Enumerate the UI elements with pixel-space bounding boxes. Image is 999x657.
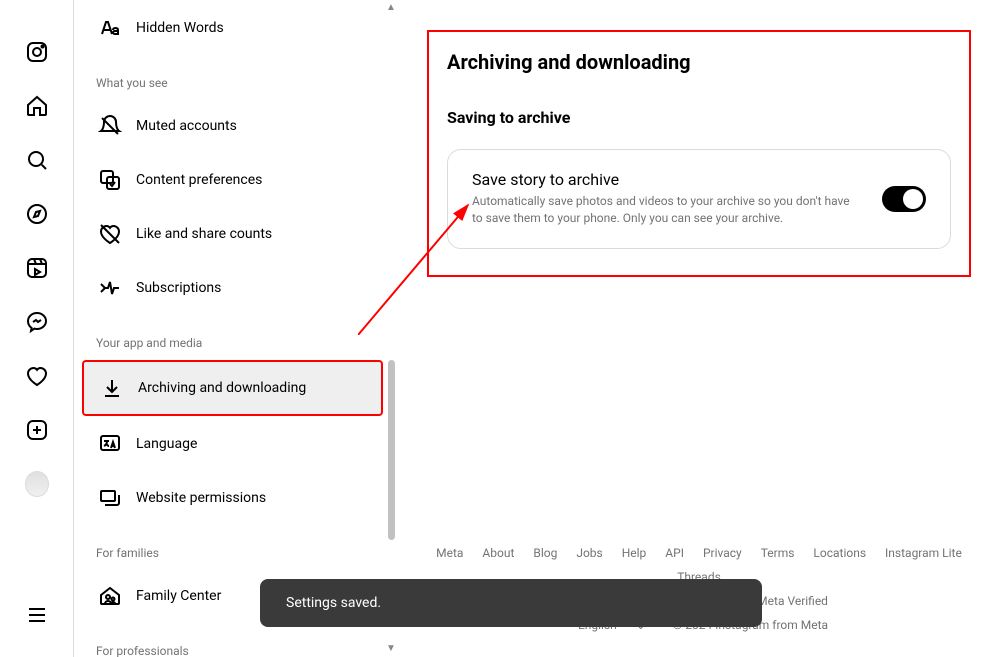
notifications-icon[interactable]: [25, 364, 49, 388]
sidebar-item-website-permissions[interactable]: Website permissions: [82, 472, 383, 524]
sidebar-item-archiving-downloading[interactable]: Archiving and downloading: [82, 360, 383, 416]
sidebar-item-label: Archiving and downloading: [138, 380, 306, 396]
section-title: Saving to archive: [447, 108, 951, 127]
messenger-icon[interactable]: [25, 310, 49, 334]
search-icon[interactable]: [25, 148, 49, 172]
toast-message: Settings saved.: [260, 579, 762, 627]
create-icon[interactable]: [25, 418, 49, 442]
instagram-icon[interactable]: [25, 40, 49, 64]
save-story-card: Save story to archive Automatically save…: [447, 149, 951, 249]
footer-link[interactable]: Help: [622, 546, 647, 560]
avatar[interactable]: [25, 472, 49, 496]
sidebar-item-label: Muted accounts: [136, 118, 237, 134]
scroll-up-arrow[interactable]: ▲: [383, 0, 399, 16]
sidebar-item-subscriptions[interactable]: Subscriptions: [82, 262, 383, 314]
annotation-highlight-box: Archiving and downloading Saving to arch…: [427, 30, 971, 277]
family-center-icon: [98, 584, 122, 608]
like-share-icon: [98, 222, 122, 246]
website-permissions-icon: [98, 486, 122, 510]
sidebar-item-muted-accounts[interactable]: Muted accounts: [82, 100, 383, 152]
card-title: Save story to archive: [472, 170, 862, 189]
sidebar-item-label: Subscriptions: [136, 280, 221, 296]
scrollbar-thumb[interactable]: [388, 360, 395, 540]
footer-link[interactable]: API: [665, 546, 684, 560]
settings-sidebar: Hidden Words What you see Muted accounts…: [74, 0, 399, 657]
subscriptions-icon: [98, 276, 122, 300]
sidebar-item-label: Content preferences: [136, 172, 262, 188]
section-professionals: For professionals: [74, 624, 391, 657]
footer-link[interactable]: Instagram Lite: [885, 546, 962, 560]
scroll-down-arrow[interactable]: ▼: [383, 641, 399, 657]
footer-link[interactable]: Meta Verified: [757, 594, 828, 608]
download-icon: [100, 376, 124, 400]
main-panel: Archiving and downloading Saving to arch…: [399, 0, 999, 657]
section-app-media: Your app and media: [74, 316, 391, 358]
content-preferences-icon: [98, 168, 122, 192]
footer-link[interactable]: Meta: [436, 546, 463, 560]
sidebar-item-label: Like and share counts: [136, 226, 272, 242]
footer-link[interactable]: About: [482, 546, 514, 560]
footer-link[interactable]: Privacy: [703, 546, 742, 560]
explore-icon[interactable]: [25, 202, 49, 226]
sidebar-item-label: Website permissions: [136, 490, 266, 506]
sidebar-item-label: Hidden Words: [136, 20, 224, 36]
sidebar-item-hidden-words[interactable]: Hidden Words: [82, 2, 383, 54]
sidebar-item-content-preferences[interactable]: Content preferences: [82, 154, 383, 206]
section-what-you-see: What you see: [74, 56, 391, 98]
sidebar-item-label: Language: [136, 436, 197, 452]
menu-icon[interactable]: [25, 603, 49, 627]
card-subtitle: Automatically save photos and videos to …: [472, 193, 862, 228]
footer-link[interactable]: Jobs: [576, 546, 602, 560]
sidebar-item-like-share-counts[interactable]: Like and share counts: [82, 208, 383, 260]
footer-link[interactable]: Terms: [761, 546, 795, 560]
nav-rail: [0, 0, 74, 657]
page-title: Archiving and downloading: [447, 50, 951, 74]
reels-icon[interactable]: [25, 256, 49, 280]
footer-link[interactable]: Locations: [813, 546, 866, 560]
language-icon: [98, 432, 122, 456]
scrollbar[interactable]: ▲ ▼: [383, 0, 399, 657]
save-story-toggle[interactable]: [882, 186, 926, 212]
hidden-words-icon: [98, 16, 122, 40]
sidebar-item-language[interactable]: Language: [82, 418, 383, 470]
home-icon[interactable]: [25, 94, 49, 118]
muted-icon: [98, 114, 122, 138]
footer-link[interactable]: Blog: [533, 546, 557, 560]
section-families: For families: [74, 526, 391, 568]
sidebar-item-label: Family Center: [136, 588, 221, 604]
